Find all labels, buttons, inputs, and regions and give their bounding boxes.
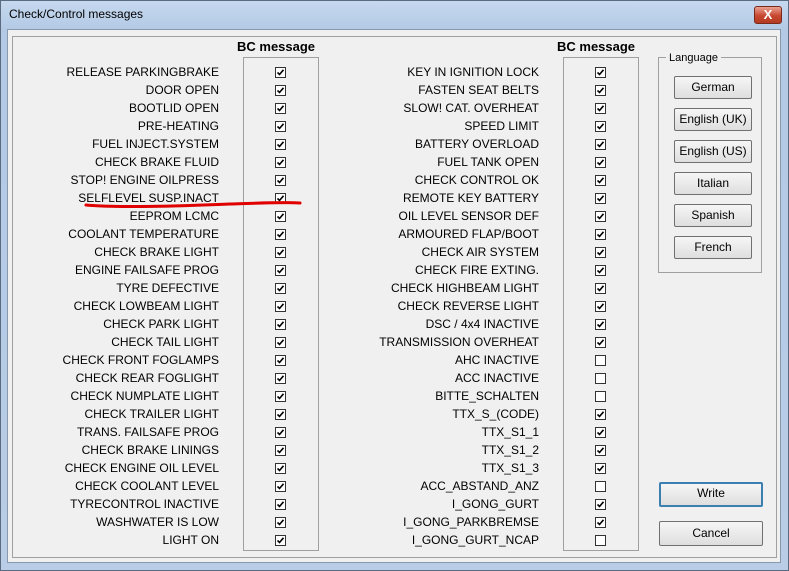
red-underline-annotation (84, 201, 302, 209)
